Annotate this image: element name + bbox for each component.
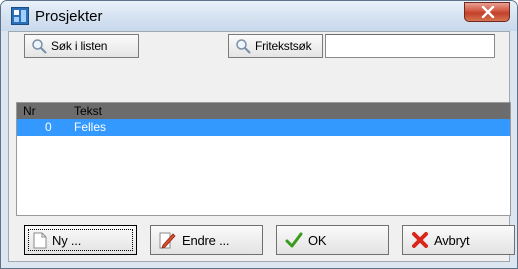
app-icon: [11, 7, 29, 25]
close-button[interactable]: [464, 2, 510, 22]
list-header: Nr Tekst: [17, 103, 510, 119]
red-x-icon: [412, 232, 428, 248]
cancel-button[interactable]: Avbryt: [402, 225, 515, 255]
column-header-tekst[interactable]: Tekst: [74, 104, 102, 118]
checkmark-icon: [285, 232, 303, 248]
title-bar[interactable]: Prosjekter: [1, 1, 517, 31]
prosjekter-dialog: Prosjekter Søk i listen Fritekstsøk Nr T…: [0, 0, 518, 269]
column-header-nr[interactable]: Nr: [23, 104, 36, 118]
list-row[interactable]: 0 Felles: [17, 119, 510, 136]
freetext-search-button[interactable]: Fritekstsøk: [228, 34, 323, 58]
new-button-label: Ny ...: [52, 232, 82, 248]
freetext-search-label: Fritekstsøk: [255, 39, 312, 53]
search-list-label: Søk i listen: [51, 39, 108, 53]
cancel-button-label: Avbryt: [434, 232, 470, 248]
new-button[interactable]: Ny ...: [24, 225, 137, 255]
ok-button[interactable]: OK: [276, 225, 389, 255]
close-icon: [481, 6, 495, 18]
row-tekst: Felles: [74, 120, 107, 134]
magnifier-icon: [236, 39, 251, 54]
edit-button[interactable]: Endre ...: [150, 225, 263, 255]
row-nr: 0: [45, 120, 52, 134]
freetext-search-input[interactable]: [325, 34, 495, 58]
project-list[interactable]: Nr Tekst 0 Felles: [16, 102, 511, 216]
edit-button-label: Endre ...: [182, 232, 230, 248]
ok-button-label: OK: [308, 232, 327, 248]
new-document-icon: [33, 232, 47, 248]
edit-pencil-icon: [159, 232, 176, 249]
magnifier-icon: [32, 39, 47, 54]
window-title: Prosjekter: [35, 8, 103, 25]
search-list-button[interactable]: Søk i listen: [24, 34, 139, 58]
